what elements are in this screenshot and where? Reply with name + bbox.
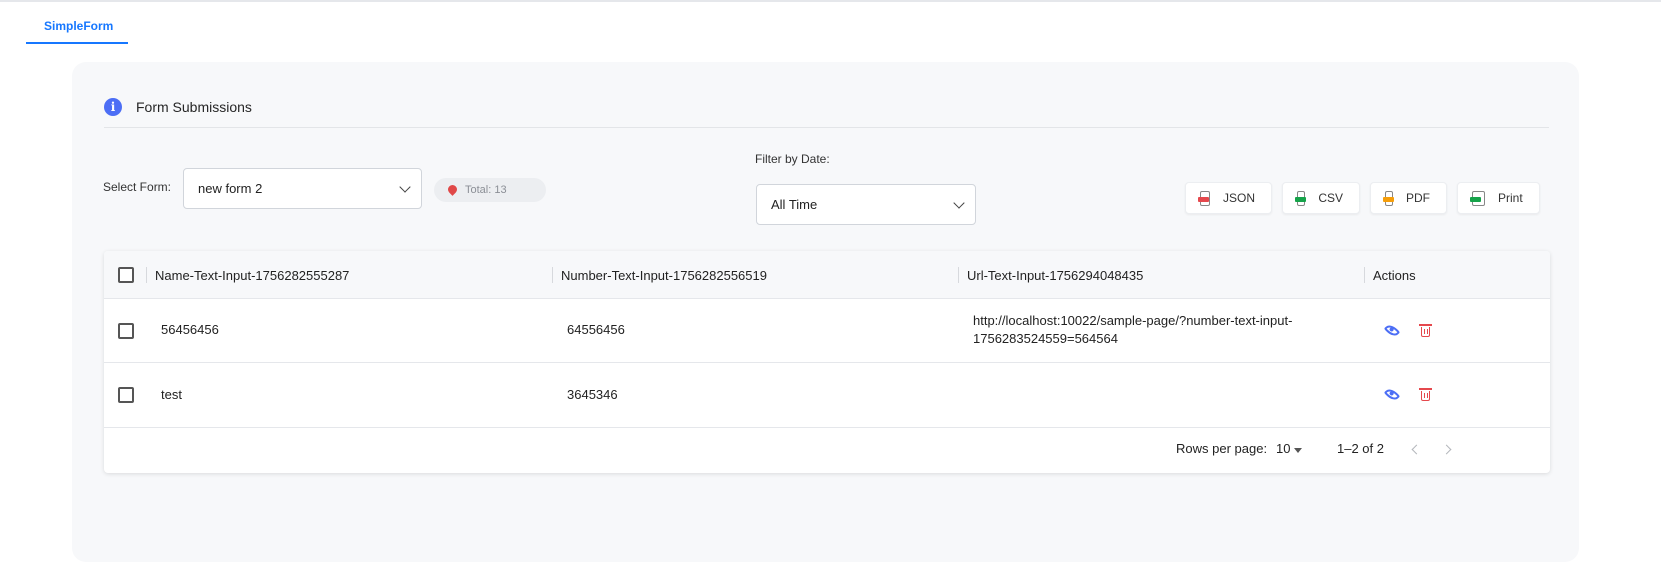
chevron-right-icon[interactable] [1441, 444, 1452, 455]
column-separator [552, 267, 553, 283]
export-json-label: JSON [1222, 191, 1255, 205]
form-submissions-card: i Form Submissions Select Form: new form… [72, 62, 1579, 562]
column-header-number[interactable]: Number-Text-Input-1756282556519 [561, 268, 767, 283]
delete-trash-icon[interactable] [1419, 324, 1432, 337]
table-header: Name-Text-Input-1756282555287 Number-Tex… [104, 251, 1550, 299]
print-button[interactable]: Print [1457, 182, 1540, 214]
table-pagination: Rows per page: 10 1–2 of 2 [104, 427, 1550, 473]
chevron-down-icon [953, 197, 965, 209]
selected-form-value: new form 2 [198, 181, 263, 196]
cell-name: test [161, 387, 182, 402]
view-eye-icon[interactable] [1383, 386, 1401, 403]
row-checkbox[interactable] [118, 323, 134, 339]
print-file-icon [1470, 190, 1485, 206]
cell-number: 64556456 [567, 322, 625, 337]
json-file-icon [1198, 190, 1210, 206]
select-form-dropdown[interactable]: new form 2 [183, 168, 422, 209]
selected-date-value: All Time [771, 197, 818, 212]
info-icon: i [104, 98, 122, 116]
cell-url-line: 1756283524559=564564 [973, 331, 1118, 346]
filter-date-label: Filter by Date: [755, 152, 830, 166]
card-title: Form Submissions [136, 99, 252, 115]
rows-per-page-select[interactable]: 10 [1276, 441, 1290, 456]
chevron-down-icon [399, 181, 411, 193]
export-csv-label: CSV [1318, 191, 1343, 205]
total-badge: Total: 13 [434, 178, 546, 202]
caret-down-icon[interactable] [1294, 448, 1302, 453]
tab-simpleform[interactable]: SimpleForm [26, 12, 128, 44]
column-separator [1364, 267, 1365, 283]
column-header-name[interactable]: Name-Text-Input-1756282555287 [155, 268, 349, 283]
export-json-button[interactable]: JSON [1185, 182, 1272, 214]
header-divider [104, 127, 1549, 128]
cell-url: http://localhost:10022/sample-page/?numb… [973, 312, 1292, 348]
export-buttons: JSON CSV PDF Print [1185, 182, 1540, 214]
export-pdf-label: PDF [1406, 191, 1430, 205]
delete-trash-icon[interactable] [1419, 388, 1432, 401]
cell-name: 56456456 [161, 322, 219, 337]
column-header-actions: Actions [1373, 268, 1416, 283]
pin-icon [446, 182, 459, 196]
pdf-file-icon [1383, 190, 1394, 206]
date-filter-dropdown[interactable]: All Time [756, 184, 976, 225]
column-separator [146, 267, 147, 283]
csv-file-icon [1295, 190, 1306, 206]
export-csv-button[interactable]: CSV [1282, 182, 1360, 214]
table-row: 56456456 64556456 http://localhost:10022… [104, 299, 1550, 363]
print-label: Print [1498, 191, 1523, 205]
cell-url-line: http://localhost:10022/sample-page/?numb… [973, 313, 1293, 328]
select-form-label: Select Form: [103, 180, 172, 194]
cell-number: 3645346 [567, 387, 618, 402]
top-border [0, 0, 1661, 2]
card-header: i Form Submissions [104, 92, 252, 122]
view-eye-icon[interactable] [1383, 322, 1401, 339]
column-header-url[interactable]: Url-Text-Input-1756294048435 [967, 268, 1143, 283]
table-row: test 3645346 [104, 363, 1550, 428]
rows-per-page-label: Rows per page: [1176, 441, 1268, 456]
submissions-table: Name-Text-Input-1756282555287 Number-Tex… [104, 251, 1550, 473]
total-count: Total: 13 [465, 184, 507, 196]
export-pdf-button[interactable]: PDF [1370, 182, 1447, 214]
tab-bar: SimpleForm [26, 12, 128, 44]
chevron-left-icon[interactable] [1411, 444, 1422, 455]
column-separator [958, 267, 959, 283]
row-checkbox[interactable] [118, 387, 134, 403]
page-range: 1–2 of 2 [1337, 441, 1384, 456]
select-all-checkbox[interactable] [118, 267, 134, 283]
